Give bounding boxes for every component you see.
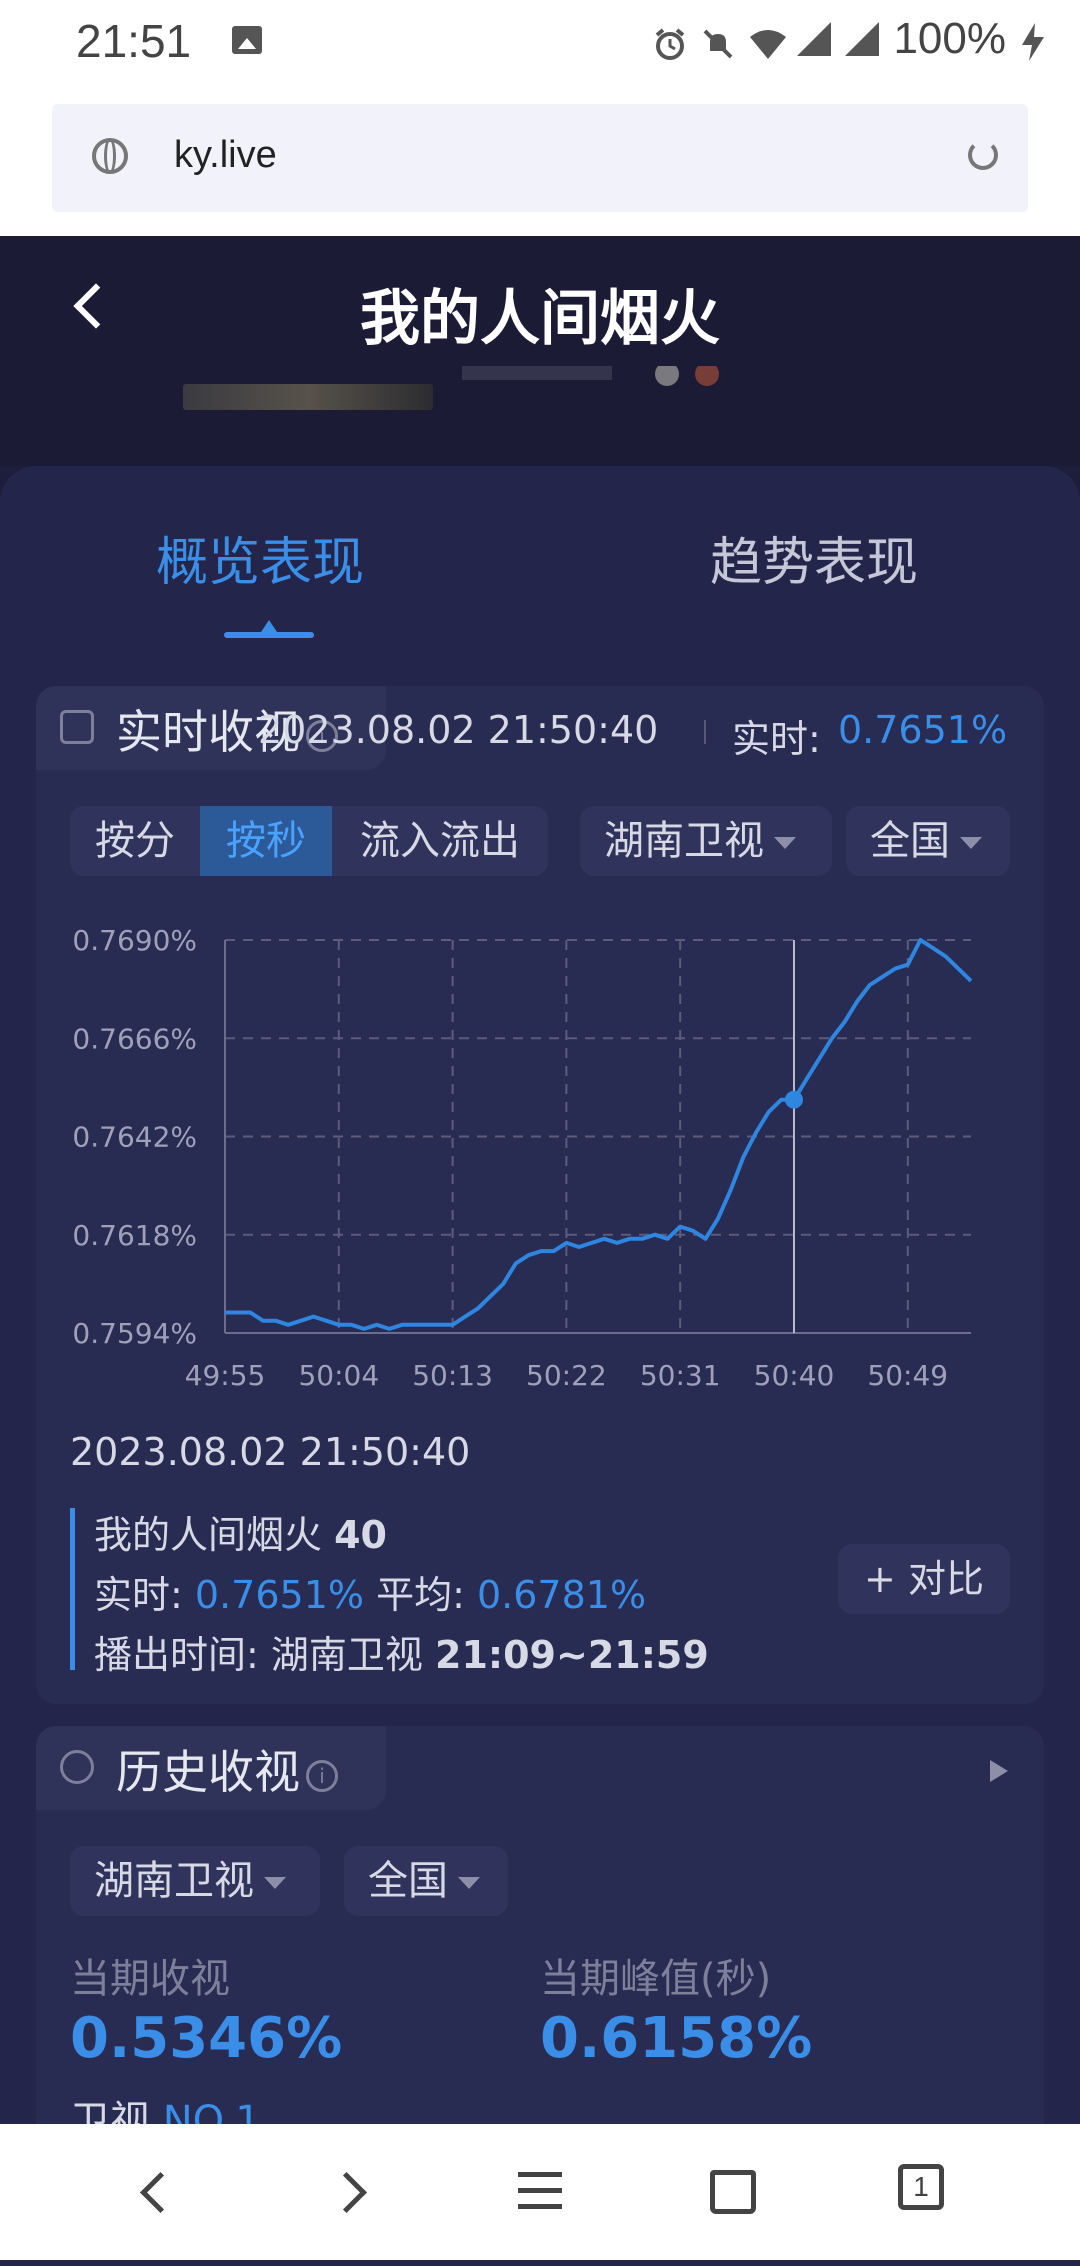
detail-airtime: 播出时间: 湖南卫视 21:09~21:59 <box>94 1624 709 1679</box>
film-reel-icon <box>60 1750 94 1784</box>
signal-4g-icon <box>797 22 832 56</box>
y-tick-label: 0.7690% <box>72 924 197 957</box>
globe-icon <box>92 138 128 174</box>
show-thumbnail <box>183 384 433 410</box>
by-second-button[interactable]: 按秒 <box>200 806 332 876</box>
history-region-dropdown[interactable]: 全国 <box>344 1846 508 1916</box>
history-region-label: 全国 <box>368 1858 448 1904</box>
y-tick-label: 0.7666% <box>72 1022 197 1055</box>
detail-avg-value: 0.6781% <box>476 1573 647 1617</box>
x-tick-label: 50:49 <box>867 1359 948 1392</box>
x-tick-label: 50:40 <box>754 1359 835 1392</box>
url-text[interactable]: ky.live <box>174 134 277 177</box>
airtime-label: 播出时间: <box>94 1633 259 1677</box>
detail-time: 2023.08.02 21:50:40 <box>70 1430 471 1474</box>
detail-rt-value: 0.7651% <box>194 1573 364 1617</box>
detail-accent-bar <box>70 1508 75 1670</box>
realtime-label: 实时: <box>732 717 821 761</box>
channel-dropdown[interactable]: 湖南卫视 <box>580 806 832 876</box>
detail-ratings: 实时: 0.7651% 平均: 0.6781% <box>94 1564 646 1619</box>
detail-avg-label: 平均: <box>376 1573 465 1617</box>
x-tick-label: 50:04 <box>298 1359 379 1392</box>
channel-dropdown-label: 湖南卫视 <box>604 818 764 864</box>
status-time: 21:51 <box>76 15 192 67</box>
divider <box>704 720 706 744</box>
airtime-channel: 湖南卫视 <box>270 1633 423 1677</box>
realtime-timestamp: 2023.08.02 21:50:40 <box>258 708 659 752</box>
history-channel-label: 湖南卫视 <box>94 1858 254 1904</box>
alarm-icon <box>653 22 687 60</box>
rating-series-line <box>225 938 973 1331</box>
realtime-value: 0.7651% <box>838 708 1008 752</box>
chevron-down-icon <box>960 837 982 849</box>
x-tick-label: 50:22 <box>526 1359 607 1392</box>
region-dropdown-label: 全国 <box>870 818 950 864</box>
tab-overview[interactable]: 概览表现 <box>156 520 364 595</box>
y-tick-label: 0.7594% <box>72 1317 197 1350</box>
url-field[interactable]: ky.live <box>52 104 1028 212</box>
x-tick-label: 50:31 <box>640 1359 721 1392</box>
flow-button[interactable]: 流入流出 <box>332 806 548 876</box>
region-dropdown[interactable]: 全国 <box>846 806 1010 876</box>
mute-icon <box>701 22 735 59</box>
battery-percent: 100% <box>893 14 1006 63</box>
chevron-down-icon <box>264 1877 286 1889</box>
x-tick-label: 50:13 <box>412 1359 493 1392</box>
menu-icon[interactable] <box>512 2164 568 2220</box>
back-icon[interactable] <box>128 2164 184 2220</box>
period-rating-value: 0.5346% <box>70 2006 343 2071</box>
realtime-line-chart[interactable]: 0.7690% 0.7666% 0.7642% 0.7618% 0.7594% 49:55… <box>36 900 1044 1400</box>
tab-trend[interactable]: 趋势表现 <box>710 520 918 595</box>
detail-rt-label: 实时: <box>94 1573 183 1617</box>
peak-value: 0.6158% <box>540 2006 813 2071</box>
by-minute-button[interactable]: 按分 <box>70 806 200 876</box>
calendar-play-icon <box>60 710 94 744</box>
granularity-segmented-control: 按分 按秒 流入流出 <box>70 806 548 876</box>
chevron-down-icon <box>458 1877 480 1889</box>
peak-label: 当期峰值(秒) <box>540 1956 772 2002</box>
history-title: 历史收视 i <box>116 1736 338 1802</box>
faded-subtitle <box>462 362 752 394</box>
history-header: 历史收视 i <box>36 1726 386 1810</box>
chevron-down-icon <box>774 837 796 849</box>
tab-indicator <box>224 620 314 638</box>
browser-url-bar: ky.live <box>0 84 1080 236</box>
period-rating-label: 当期收视 <box>70 1956 230 2002</box>
history-panel: 历史收视 i <box>36 1726 1044 2146</box>
home-icon[interactable] <box>710 2170 756 2214</box>
airtime-range: 21:09~21:59 <box>435 1633 709 1677</box>
page-title: 我的人间烟火 <box>360 284 720 354</box>
info-icon[interactable]: i <box>306 1759 338 1792</box>
status-bar: 21:51 100% <box>0 0 1080 84</box>
browser-bottom-nav: 1 <box>0 2124 1080 2260</box>
compare-button[interactable]: + 对比 <box>838 1544 1010 1614</box>
episode-number: 40 <box>334 1513 387 1557</box>
highlight-point <box>784 1090 803 1109</box>
status-icons: 100% <box>653 14 1054 64</box>
x-tick-label: 49:55 <box>185 1359 266 1392</box>
reload-icon[interactable] <box>968 140 998 170</box>
y-tick-label: 0.7618% <box>72 1219 197 1252</box>
play-icon[interactable] <box>990 1760 1008 1782</box>
signal-g-icon <box>845 22 880 56</box>
charging-icon <box>1020 22 1054 61</box>
y-tick-label: 0.7642% <box>72 1121 197 1154</box>
tabs-count-icon[interactable]: 1 <box>898 2164 944 2210</box>
detail-show: 我的人间烟火 40 <box>94 1504 387 1559</box>
image-notification-icon <box>232 26 262 54</box>
show-name: 我的人间烟火 <box>94 1513 323 1557</box>
history-channel-dropdown[interactable]: 湖南卫视 <box>70 1846 320 1916</box>
forward-icon[interactable] <box>324 2164 380 2220</box>
wifi-icon <box>749 22 787 59</box>
